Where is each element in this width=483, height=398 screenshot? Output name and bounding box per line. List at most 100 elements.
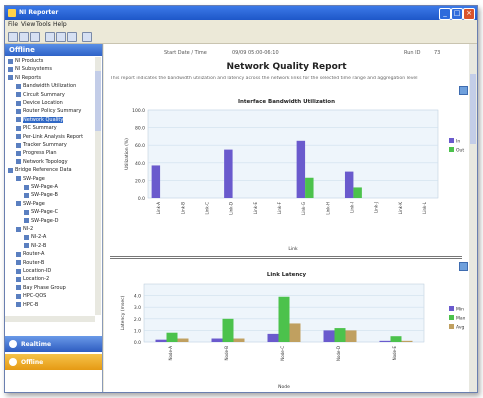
tree-item[interactable]: SW-Page [16,201,45,208]
x-tick-label: Link-H [325,202,330,215]
node-icon [8,66,13,72]
node-icon [24,192,29,198]
tree-item-label: NI-2-B [31,242,47,249]
minimize-button[interactable]: _ [439,8,451,20]
tree-item-label: Network Quality [23,116,64,123]
tree-item[interactable]: Router-B [16,260,44,267]
node-icon [16,100,21,106]
tree-item-label: Router-A [23,251,45,258]
tree-vertical-scrollbar[interactable] [95,57,101,315]
node-icon [16,83,21,89]
section-divider-2 [110,258,462,259]
save-icon[interactable] [30,32,40,42]
tree-item-label: Circuit Summary [23,91,65,98]
tree-item[interactable]: SW-Page-A [24,184,58,191]
node-icon [16,302,21,308]
print-icon[interactable] [45,32,55,42]
title-bar: NI Reporter _ □ × [5,6,477,20]
x-tick-label: Link-K [398,202,403,215]
tree-item-label: SW-Page-B [31,192,58,199]
tree-item[interactable]: Router-A [16,251,44,258]
tree-item[interactable]: NI Subsystems [8,66,52,73]
report-vertical-scrollbar[interactable] [469,44,477,392]
tree-item[interactable]: NI Products [8,58,43,65]
tree-item[interactable]: HPC-B [16,302,38,309]
tree-item[interactable]: Tracker Summary [16,142,67,149]
tree-item[interactable]: SW-Page-D [24,218,58,225]
node-icon [16,142,21,148]
tree-item[interactable]: Device Location [16,100,63,107]
bar [345,330,357,342]
tree-horizontal-scrollbar[interactable] [5,316,95,322]
tree-item[interactable]: NI-2 [16,226,33,233]
tree-item[interactable]: Bridge Reference Data [8,167,72,174]
y-tick-label: 1.0 [134,328,141,334]
y-tick-label: 0.0 [134,340,141,346]
tree-item[interactable]: Network Topology [16,159,68,166]
nav-button-offline[interactable]: Offline [5,354,102,370]
tree-item-label: SW-Page [23,175,45,182]
help-icon[interactable] [82,32,92,42]
tree-item[interactable]: PIC Summary [16,125,57,132]
bar [166,332,178,342]
bar [401,340,413,342]
x-tick-label: Node-B [224,346,229,361]
close-button[interactable]: × [463,8,475,20]
menu-file[interactable]: File [8,21,18,28]
legend-swatch [449,147,454,152]
tree-item[interactable]: Location-ID [16,268,51,275]
tree-item[interactable]: Bay Phase Group [16,285,66,292]
tree-item[interactable]: SW-Page-C [24,209,58,216]
tree-item[interactable]: Progress Plan [16,150,57,157]
bar [224,149,233,198]
chart-options-icon[interactable] [459,86,468,95]
tree-item[interactable]: NI-2-A [24,234,46,241]
node-icon [16,285,21,291]
report-start-value: 09/09 05:00-06:10 [232,50,279,56]
node-icon [16,92,21,98]
menu-help[interactable]: Help [53,21,67,28]
chart2-options-icon[interactable] [459,262,468,271]
y-tick-label: 40.0 [135,161,145,167]
tree-item[interactable]: Router Policy Summary [16,108,81,115]
tree-item[interactable]: SW-Page [16,176,45,183]
tree-item[interactable]: NI-2-B [24,243,46,250]
tree-item-label: Progress Plan [23,150,57,157]
tree-item[interactable]: Per-Link Analysis Report [16,134,83,141]
bandwidth-chart: 100.0 80.0 60.0 40.0 20.0 0.0 Utilization (%) L… [124,108,464,252]
tree-item-label: Network Topology [23,158,68,165]
node-icon [24,209,29,215]
bar [390,336,402,342]
legend-label: Avg [456,325,464,331]
tree-item[interactable]: Location-2 [16,276,49,283]
refresh-icon[interactable] [8,32,18,42]
nav-button-realtime[interactable]: Realtime [5,336,102,352]
menu-view[interactable]: View [21,21,35,28]
tree-item[interactable]: Circuit Summary [16,92,65,99]
app-icon [8,9,16,17]
node-icon [16,276,21,282]
x-tick-label: Link-A [156,202,161,215]
y-tick-label: 20.0 [135,178,145,184]
tree-item[interactable]: SW-Page-B [24,192,58,199]
y-tick-label: 80.0 [135,126,145,132]
tree-item-label: SW-Page [23,200,45,207]
bar [334,328,346,342]
tree-item[interactable]: Bandwidth Utilization [16,83,76,90]
bar [222,318,234,342]
export-icon[interactable] [67,32,77,42]
tree-item-label: Device Location [23,100,63,106]
tree-item-label: Bay Phase Group [23,284,66,291]
tree-item[interactable]: NI Reports [8,75,41,82]
y-tick-label: 0.0 [138,196,145,202]
maximize-button[interactable]: □ [451,8,463,20]
print-preview-icon[interactable] [56,32,66,42]
open-icon[interactable] [19,32,29,42]
bar [344,171,354,198]
menu-tools[interactable]: Tools [36,21,51,28]
bar [379,340,391,342]
x-tick-label: Node-E [392,346,397,361]
x-tick-label: Link-J [374,202,379,213]
tree-item[interactable]: Network Quality [16,116,64,124]
tree-item[interactable]: HPC-QOS [16,293,46,300]
